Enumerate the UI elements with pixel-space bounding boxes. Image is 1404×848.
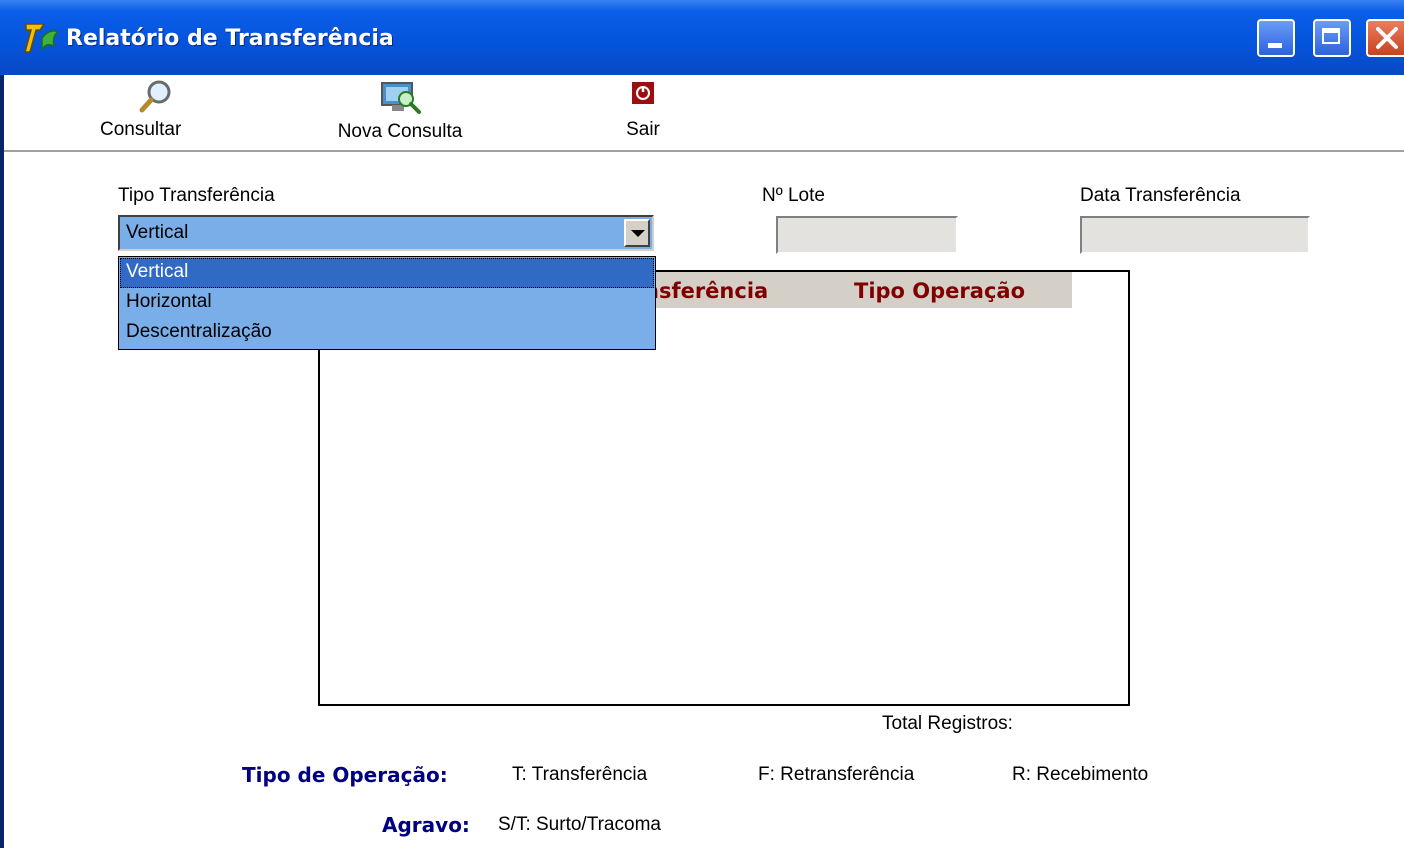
dropdown-option-descentralizacao[interactable]: Descentralização (120, 318, 654, 348)
app-window: Relatório de Transferência Consultar Nov… (0, 0, 1404, 848)
power-icon (632, 82, 654, 104)
legend-r: R: Recebimento (1012, 764, 1149, 785)
tipo-transferencia-combobox[interactable]: Vertical (118, 215, 654, 251)
dropdown-option-horizontal[interactable]: Horizontal (120, 288, 654, 318)
lote-input[interactable] (776, 216, 958, 254)
total-registros-label: Total Registros: (882, 713, 1013, 734)
tipo-transferencia-label: Tipo Transferência (118, 185, 275, 206)
data-transferencia-input[interactable] (1080, 216, 1310, 254)
close-button[interactable] (1366, 19, 1404, 57)
column-header-transferencia[interactable]: nsferência (644, 279, 768, 303)
dropdown-arrow-button[interactable] (624, 219, 650, 247)
legend-f: F: Retransferência (758, 764, 915, 785)
minimize-button[interactable] (1257, 19, 1295, 57)
maximize-button[interactable] (1313, 19, 1351, 57)
legend-t: T: Transferência (512, 764, 648, 785)
chevron-down-icon (631, 230, 645, 237)
agravo-legend-label: Agravo: (382, 813, 470, 837)
app-logo-icon (22, 20, 62, 56)
maximize-icon (1322, 28, 1340, 44)
sair-label: Sair (626, 119, 660, 140)
client-area: Consultar Nova Consulta Sair Tipo Transf… (4, 75, 1404, 848)
data-transferencia-label: Data Transferência (1080, 185, 1241, 206)
tipo-transferencia-value: Vertical (126, 222, 189, 243)
legend-st: S/T: Surto/Tracoma (498, 814, 661, 835)
nova-consulta-label: Nova Consulta (337, 121, 463, 142)
consultar-label: Consultar (100, 119, 182, 140)
toolbar: Consultar Nova Consulta Sair (4, 75, 1404, 152)
monitor-search-icon (381, 82, 421, 114)
magnifier-icon (139, 80, 171, 113)
minimize-icon (1268, 43, 1282, 48)
tipo-operacao-legend-label: Tipo de Operação: (242, 763, 448, 787)
lote-label: Nº Lote (762, 185, 825, 206)
title-bar[interactable]: Relatório de Transferência (0, 0, 1404, 75)
column-header-tipo-operacao[interactable]: Tipo Operação (854, 279, 1025, 303)
consultar-button[interactable]: Consultar (92, 75, 220, 147)
close-icon (1376, 27, 1398, 49)
window-title: Relatório de Transferência (66, 26, 394, 51)
dropdown-option-vertical[interactable]: Vertical (120, 258, 654, 288)
sair-button[interactable]: Sair (608, 75, 678, 147)
nova-consulta-button[interactable]: Nova Consulta (310, 75, 490, 147)
tipo-transferencia-dropdown-list: Vertical Horizontal Descentralização (118, 256, 656, 350)
